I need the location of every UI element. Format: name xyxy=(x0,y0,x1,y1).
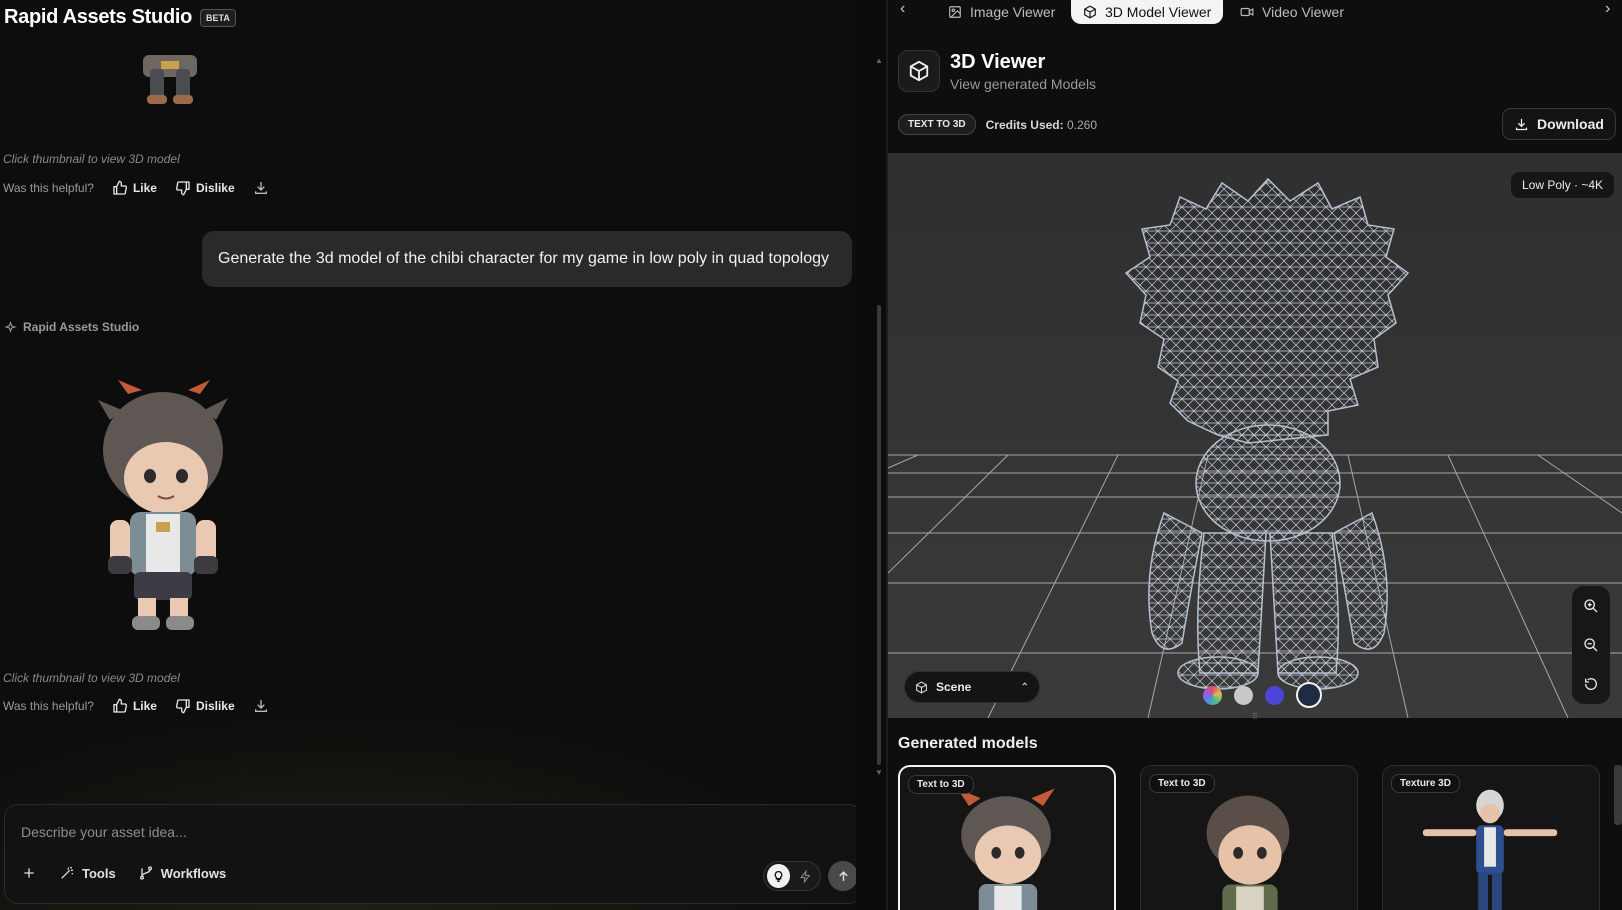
credits-used: Credits Used: 0.260 xyxy=(985,117,1098,132)
thumbnail-caption-1: Click thumbnail to view 3D model xyxy=(3,152,180,166)
generated-model-card[interactable]: Text to 3D xyxy=(898,765,1116,910)
prompt-input[interactable] xyxy=(19,817,719,847)
brand-header: Rapid Assets Studio BETA xyxy=(4,6,236,29)
zoom-controls xyxy=(1572,586,1610,704)
branch-icon xyxy=(139,866,152,880)
download-button[interactable]: Download xyxy=(1502,108,1616,140)
tools-button[interactable]: Tools xyxy=(59,865,116,881)
chevron-left-icon[interactable]: ‹ xyxy=(900,0,905,18)
feedback-row-1: Was this helpful? Like Dislike xyxy=(3,180,269,196)
viewer-tabs: ‹ Image Viewer 3D Model Viewer Video Vie… xyxy=(888,0,1622,24)
mode-toggle[interactable] xyxy=(763,861,821,891)
dislike-label: Dislike xyxy=(195,181,235,195)
model-thumbnail-2[interactable] xyxy=(88,380,238,636)
3d-viewport[interactable]: Low Poly · ~4K Scene ⌃ xyxy=(888,153,1622,718)
like-button[interactable]: Like xyxy=(112,698,157,714)
chevron-right-icon[interactable]: › xyxy=(1605,0,1610,18)
generated-model-card[interactable]: Text to 3D xyxy=(1140,765,1358,910)
render-mode-swatches xyxy=(1203,682,1322,708)
assistant-name: Rapid Assets Studio xyxy=(23,320,140,334)
assistant-label: Rapid Assets Studio xyxy=(4,320,139,334)
cube-icon xyxy=(898,50,940,92)
scroll-up-arrow[interactable]: ▲ xyxy=(875,56,883,65)
generated-models-title: Generated models xyxy=(898,735,1038,752)
swatch-clay[interactable] xyxy=(1234,685,1253,705)
lightbulb-icon[interactable] xyxy=(767,864,790,888)
thumbs-down-icon xyxy=(175,699,190,714)
dislike-button[interactable]: Dislike xyxy=(175,698,235,714)
workflows-label: Workflows xyxy=(160,865,227,881)
download-icon[interactable] xyxy=(253,180,269,196)
card-tag: Texture 3D xyxy=(1391,774,1460,793)
model-thumbnail-1[interactable] xyxy=(125,55,215,107)
chat-panel: Rapid Assets Studio BETA Click thumbnail… xyxy=(0,0,856,910)
feedback-question: Was this helpful? xyxy=(3,699,94,713)
scroll-down-arrow[interactable]: ▼ xyxy=(875,768,883,777)
cube-icon xyxy=(916,680,927,694)
cube-icon xyxy=(1084,5,1096,19)
swatch-normal[interactable] xyxy=(1265,685,1284,705)
viewer-panel: ‹ Image Viewer 3D Model Viewer Video Vie… xyxy=(888,0,1622,910)
cards-scroll-edge[interactable] xyxy=(1614,765,1622,825)
beta-badge: BETA xyxy=(200,8,236,27)
generated-models-list: Text to 3D Text to 3D Texture 3D xyxy=(898,765,1600,910)
thumbs-up-icon xyxy=(113,180,127,195)
swatch-color[interactable] xyxy=(1203,685,1222,705)
user-message-bubble: Generate the 3d model of the chibi chara… xyxy=(202,231,852,287)
card-tag: Text to 3D xyxy=(908,775,974,794)
zoom-out-icon[interactable] xyxy=(1583,637,1599,653)
scene-dropdown[interactable]: Scene ⌃ xyxy=(904,671,1040,703)
composer-toolbar: Tools Workflows xyxy=(21,865,226,881)
dislike-button[interactable]: Dislike xyxy=(175,180,235,196)
scene-label: Scene xyxy=(936,680,972,694)
video-icon xyxy=(1240,7,1254,17)
mode-badge: TEXT TO 3D xyxy=(898,114,976,135)
download-icon[interactable] xyxy=(253,698,269,714)
thumbs-down-icon xyxy=(175,181,190,196)
plus-icon[interactable] xyxy=(21,865,37,881)
tab-image-viewer[interactable]: Image Viewer xyxy=(948,0,1055,24)
feedback-row-2: Was this helpful? Like Dislike xyxy=(3,698,269,714)
arrow-up-icon xyxy=(838,870,848,881)
like-label: Like xyxy=(132,699,157,713)
wireframe-model[interactable] xyxy=(888,153,1622,718)
reset-view-icon[interactable] xyxy=(1583,676,1599,692)
workflows-button[interactable]: Workflows xyxy=(138,865,227,881)
viewer-subtitle: View generated Models xyxy=(950,75,1097,92)
image-icon xyxy=(949,6,961,18)
thumbnail-caption-2: Click thumbnail to view 3D model xyxy=(3,671,180,685)
chat-scrollbar[interactable] xyxy=(877,305,881,765)
swatch-wireframe[interactable] xyxy=(1296,682,1322,708)
lightning-icon[interactable] xyxy=(794,864,817,888)
tab-video-viewer[interactable]: Video Viewer xyxy=(1240,0,1344,24)
card-tag: Text to 3D xyxy=(1149,774,1215,793)
app-title: Rapid Assets Studio xyxy=(4,6,193,28)
zoom-in-icon[interactable] xyxy=(1583,598,1599,614)
like-button[interactable]: Like xyxy=(112,180,157,196)
poly-count-badge: Low Poly · ~4K xyxy=(1510,171,1616,199)
chevron-up-icon: ⌃ xyxy=(1020,681,1029,693)
viewer-meta: TEXT TO 3D Credits Used: 0.260 xyxy=(898,114,1097,135)
thumbs-up-icon xyxy=(113,698,127,713)
tools-label: Tools xyxy=(82,865,116,881)
resize-grip[interactable]: ⠿ xyxy=(1252,712,1258,721)
viewer-header: 3D Viewer View generated Models xyxy=(898,50,1096,92)
dislike-label: Dislike xyxy=(195,699,235,713)
viewer-title: 3D Viewer xyxy=(950,50,1046,73)
feedback-question: Was this helpful? xyxy=(3,181,94,195)
tab-3d-model-viewer[interactable]: 3D Model Viewer xyxy=(1071,0,1224,24)
send-button[interactable] xyxy=(828,861,856,891)
composer: Tools Workflows xyxy=(4,804,856,904)
generated-model-card[interactable]: Texture 3D xyxy=(1382,765,1600,910)
download-icon xyxy=(1515,118,1528,130)
magic-wand-icon xyxy=(61,866,73,879)
like-label: Like xyxy=(132,181,157,195)
sparkle-icon xyxy=(4,320,17,333)
